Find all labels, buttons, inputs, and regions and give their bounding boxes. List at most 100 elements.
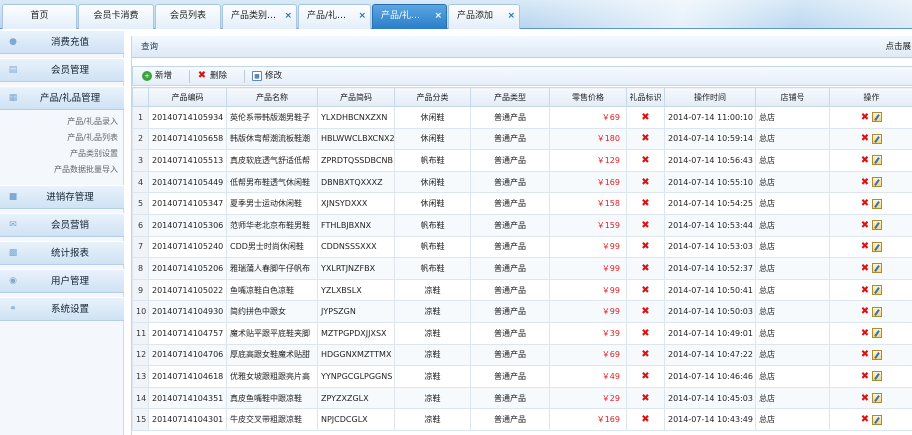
toolbar: + 新增 ✖ 删除 ■ 修改 <box>132 66 912 86</box>
tab-product-category[interactable]: 产品类别… × <box>222 4 297 29</box>
column-header[interactable]: 礼品标识 <box>626 87 665 107</box>
column-header[interactable]: 操作时间 <box>664 87 756 107</box>
row-delete-icon[interactable]: ✖ <box>861 177 869 188</box>
sidebar-item-member-marketing[interactable]: ✉ 会员营销 <box>0 213 124 237</box>
table-row[interactable]: 12 20140714104706 厚底高跟女鞋魔术贴甜 HDGGNXMZTTMX 凉鞋… <box>132 343 912 367</box>
row-edit-icon[interactable] <box>872 177 883 188</box>
row-edit-icon[interactable] <box>872 285 883 296</box>
row-delete-icon[interactable]: ✖ <box>861 241 869 252</box>
row-delete-icon[interactable]: ✖ <box>861 198 869 209</box>
table-row[interactable]: 5 20140714105347 夏季男士运动休闲鞋 XJNSYDXXX 休闲鞋 普通产品… <box>132 192 912 215</box>
sidebar-item-inventory-management[interactable]: ■ 进销存管理 <box>0 185 124 209</box>
sidebar-item-label: 会员管理 <box>50 65 89 76</box>
row-edit-icon[interactable] <box>872 371 883 382</box>
table-row[interactable]: 9 20140714105022 鱼嘴凉鞋白色凉鞋 YZLXBSLX 凉鞋 普通产品 ￥99… <box>132 278 912 302</box>
close-icon[interactable]: × <box>434 5 442 27</box>
row-edit-icon[interactable] <box>872 155 883 166</box>
toolbar-divider <box>244 70 245 83</box>
tab-home[interactable]: 首页 <box>2 4 77 29</box>
column-header[interactable] <box>132 87 149 107</box>
product-type-cell: 普通产品 <box>470 213 550 237</box>
row-edit-icon[interactable] <box>872 306 883 317</box>
table-row[interactable]: 3 20140714105513 真皮软底透气舒适低帮 ZPRDTQSSDBCNB 帆布… <box>132 149 912 172</box>
row-edit-icon[interactable] <box>872 241 883 252</box>
row-delete-icon[interactable]: ✖ <box>861 133 869 144</box>
expand-link[interactable]: 点击展 <box>885 36 911 58</box>
submenu-product-category-settings[interactable]: 产品类别设置 <box>0 146 118 162</box>
close-icon[interactable]: × <box>358 5 366 27</box>
submenu-product-bulk-import[interactable]: 产品数据批量导入 <box>0 162 118 178</box>
sidebar-item-statistics-report[interactable]: ▩ 统计报表 <box>0 241 124 265</box>
table-row[interactable]: 4 20140714105449 低帮男布鞋透气休闲鞋 DBNBXTQXXXZ 休闲鞋普… <box>132 170 912 194</box>
table-row[interactable]: 7 20140714105240 CDD男士时尚休闲鞋 CDDNSSSXXX 帆布鞋 普通… <box>132 235 912 259</box>
row-delete-icon[interactable]: ✖ <box>861 328 869 339</box>
close-icon[interactable]: × <box>507 5 515 27</box>
table-row[interactable]: 2 20140714105658 韩版休弯帮潮流板鞋潮 HBLWWCLBXCNX2 休闲… <box>132 127 912 151</box>
row-number-cell: 11 <box>132 321 149 345</box>
row-edit-icon[interactable] <box>872 328 883 339</box>
column-header[interactable]: 产品类型 <box>470 87 550 107</box>
row-delete-icon[interactable]: ✖ <box>861 393 869 404</box>
row-edit-icon[interactable] <box>872 112 883 123</box>
row-delete-icon[interactable]: ✖ <box>861 285 869 296</box>
row-actions-cell: ✖ <box>829 343 912 367</box>
column-header[interactable]: 产品分类 <box>394 87 471 107</box>
table-row[interactable]: 14 20140714104351 真皮鱼嘴鞋中跟凉鞋 ZPYZXZGLX 凉鞋 普通产品… <box>132 386 912 410</box>
row-delete-icon[interactable]: ✖ <box>861 155 869 166</box>
row-edit-icon[interactable] <box>872 349 883 360</box>
query-panel-header[interactable]: 查询 点击展 <box>132 36 912 58</box>
row-delete-icon[interactable]: ✖ <box>861 220 869 231</box>
tab-product-gift-1[interactable]: 产品/礼… × <box>298 4 371 29</box>
row-delete-icon[interactable]: ✖ <box>861 112 869 123</box>
sidebar-item-product-gift-management[interactable]: ▦ 产品/礼品管理 <box>0 86 124 110</box>
product-category-cell: 凉鞋 <box>394 321 471 345</box>
product-name-cell: 魔术贴平跟平底鞋夹脚 <box>226 321 318 345</box>
tab-label: 产品/礼… <box>307 11 347 21</box>
table-row[interactable]: 6 20140714105306 范师华老北京布鞋男鞋 FTHLBJBXNX 帆布鞋 普通… <box>132 213 912 237</box>
delete-button[interactable]: ✖ 删除 <box>197 69 227 84</box>
column-header[interactable]: 产品编码 <box>148 87 227 107</box>
sidebar-item-system-settings[interactable]: ⚭ 系统设置 <box>0 297 124 321</box>
table-row[interactable]: 1 20140714105934 英伦系带韩版潮男鞋子 YLXDHBCNXZXN 休闲鞋… <box>132 106 912 129</box>
tab-product-add[interactable]: 产品添加 × <box>448 4 520 29</box>
row-delete-icon[interactable]: ✖ <box>861 263 869 274</box>
table-row[interactable]: 13 20140714104618 优雅女坡跟粗跟亮片高 YYNPGCGLPGGNS 凉… <box>132 365 912 388</box>
edit-button[interactable]: ■ 修改 <box>252 69 282 84</box>
row-delete-icon[interactable]: ✖ <box>861 371 869 382</box>
tab-member-card-consume[interactable]: 会员卡消费 <box>78 4 154 29</box>
column-header[interactable]: 产品名称 <box>226 87 318 107</box>
column-header[interactable]: 产品简码 <box>317 87 395 107</box>
row-edit-icon[interactable] <box>872 393 883 404</box>
table-row[interactable]: 10 20140714104930 简约拼色中跟女 JYPSZGN 凉鞋 普通产品 ￥99 ✖… <box>132 300 912 323</box>
tab-member-list[interactable]: 会员列表 <box>155 4 221 29</box>
table-row[interactable]: 8 20140714105206 雅瑞蒲人春脚午仔帆布 YXLRTJNZFBX 帆布鞋普… <box>132 257 912 280</box>
operation-time-cell: 2014-07-14 10:43:49 <box>664 408 756 431</box>
store-number-cell: 总店 <box>755 386 830 410</box>
column-header[interactable]: 零售价格 <box>549 87 627 107</box>
sidebar-item-member-management[interactable]: ▤ 会员管理 <box>0 58 124 82</box>
row-delete-icon[interactable]: ✖ <box>861 306 869 317</box>
sidebar-item-consume-recharge[interactable]: ● 消费充值 <box>0 30 124 54</box>
row-delete-icon[interactable]: ✖ <box>861 349 869 360</box>
column-header[interactable]: 操作 <box>829 87 912 107</box>
row-number-cell: 3 <box>132 149 149 172</box>
close-icon[interactable]: × <box>284 5 292 27</box>
submenu-product-gift-list[interactable]: 产品/礼品列表 <box>0 130 118 146</box>
tab-product-gift-2[interactable]: 产品/礼… × <box>372 4 447 29</box>
add-button[interactable]: + 新增 <box>142 69 172 84</box>
table-row[interactable]: 11 20140714104757 魔术贴平跟平底鞋夹脚 MZTPGPDXJJXSX 凉… <box>132 321 912 345</box>
row-edit-icon[interactable] <box>872 220 883 231</box>
submenu-product-gift-entry[interactable]: 产品/礼品录入 <box>0 114 118 130</box>
row-edit-icon[interactable] <box>872 263 883 274</box>
column-header[interactable]: 店铺号 <box>755 87 830 107</box>
operation-time-cell: 2014-07-14 10:55:10 <box>664 170 756 194</box>
row-edit-icon[interactable] <box>872 133 883 144</box>
row-edit-icon[interactable] <box>872 198 883 209</box>
row-delete-icon[interactable]: ✖ <box>861 414 869 425</box>
table-row[interactable]: 15 20140714104301 牛皮交叉带粗跟凉鞋 NPJCDCGLX 凉鞋 普通产品… <box>132 408 912 431</box>
row-edit-icon[interactable] <box>872 414 883 425</box>
product-short-code-cell: CDDNSSSXXX <box>317 235 395 259</box>
operation-time-cell: 2014-07-14 10:59:14 <box>664 127 756 151</box>
product-code-cell: 20140714105934 <box>148 106 227 129</box>
sidebar-item-user-management[interactable]: ◉ 用户管理 <box>0 269 124 293</box>
